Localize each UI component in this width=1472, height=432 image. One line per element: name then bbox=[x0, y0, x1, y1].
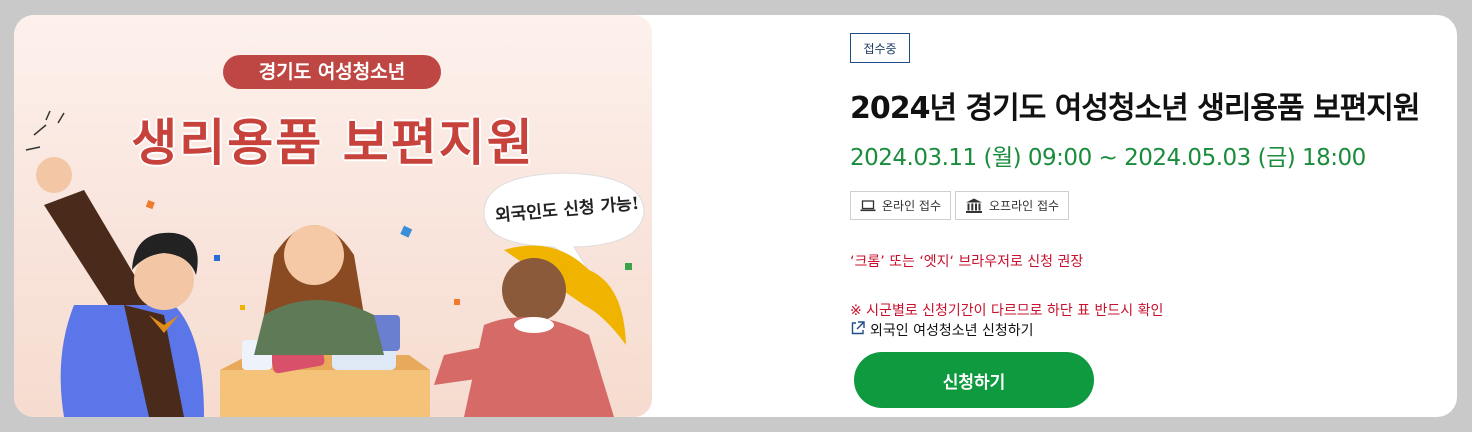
laptop-icon bbox=[860, 199, 876, 213]
building-icon bbox=[965, 198, 983, 214]
banner-subtitle: 경기도 여성청소년 bbox=[223, 55, 441, 89]
tag-offline: 오프라인 접수 bbox=[955, 191, 1070, 220]
program-banner-image: 경기도 여성청소년 생리용품 보편지원 외국인도 신청 가능! bbox=[14, 15, 652, 417]
program-card: 경기도 여성청소년 생리용품 보편지원 외국인도 신청 가능! 접수중 2024… bbox=[14, 15, 1457, 417]
foreign-application-link-label: 외국인 여성청소년 신청하기 bbox=[870, 323, 1034, 339]
program-title: 2024년 경기도 여성청소년 생리용품 보편지원 bbox=[850, 91, 1420, 126]
status-badge: 접수중 bbox=[850, 33, 910, 63]
application-method-tags: 온라인 접수 오프라인 접수 bbox=[850, 191, 1070, 220]
foreign-application-link[interactable]: 외국인 여성청소년 신청하기 bbox=[850, 320, 1033, 340]
tag-offline-label: 오프라인 접수 bbox=[989, 199, 1060, 213]
banner-title: 생리용품 보편지원 bbox=[131, 114, 535, 172]
tag-online: 온라인 접수 bbox=[850, 191, 952, 220]
apply-button[interactable]: 신청하기 bbox=[854, 352, 1094, 408]
application-period: 2024.03.11 (월) 09:00 ~ 2024.05.03 (금) 18… bbox=[850, 145, 1366, 171]
program-info: 접수중 2024년 경기도 여성청소년 생리용품 보편지원 2024.03.11… bbox=[850, 15, 1450, 417]
period-notice: ※ 시군별로 신청기간이 다르므로 하단 표 반드시 확인 bbox=[850, 303, 1164, 319]
tag-online-label: 온라인 접수 bbox=[882, 199, 942, 213]
browser-notice: ‘크롬’ 또는 ‘엣지‘ 브라우저로 신청 권장 bbox=[850, 254, 1084, 270]
external-link-icon bbox=[850, 320, 866, 340]
